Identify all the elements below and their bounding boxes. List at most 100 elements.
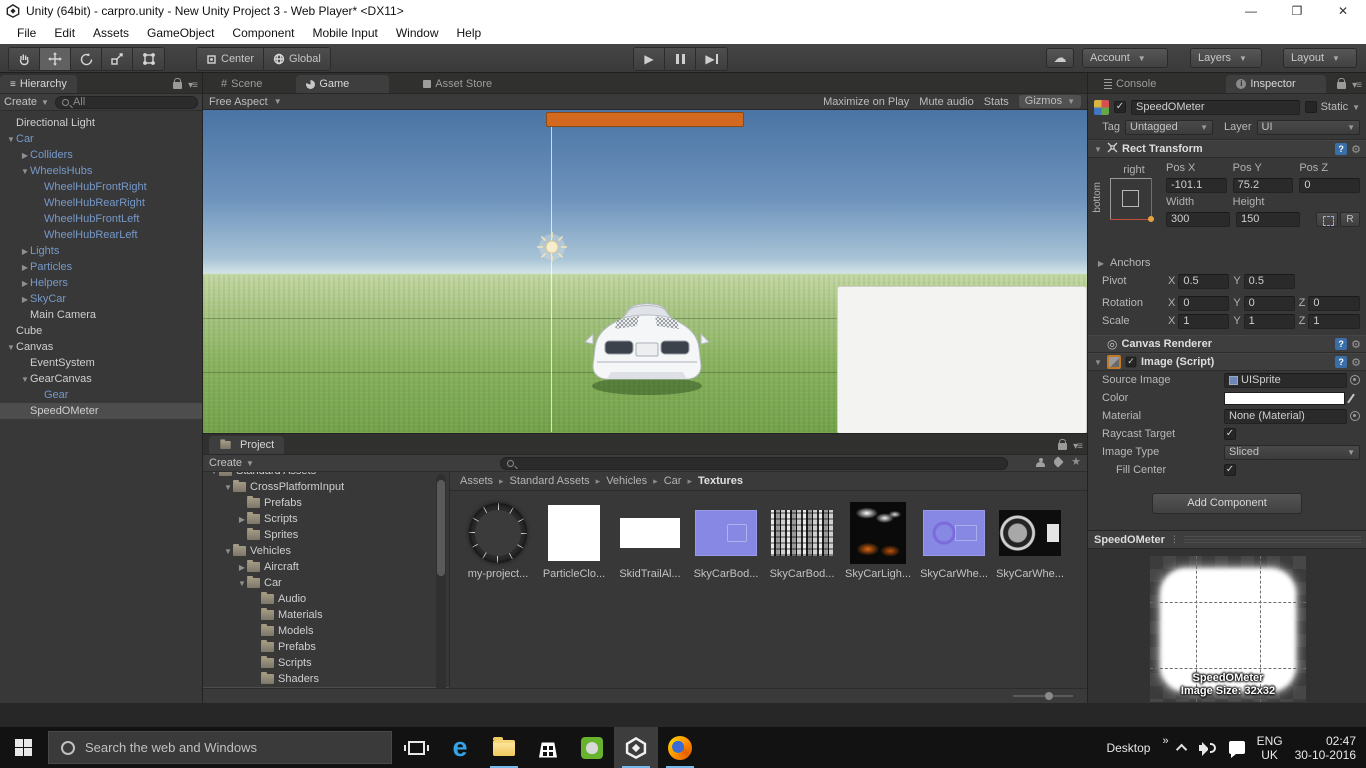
folder-item-prefabs[interactable]: Prefabs bbox=[203, 639, 449, 655]
gizmos-dropdown[interactable]: Gizmos ▼ bbox=[1019, 95, 1081, 108]
tab-hierarchy[interactable]: ≡ Hierarchy bbox=[0, 75, 77, 93]
step-button[interactable]: ▶ bbox=[696, 48, 727, 70]
preview-popout-icon[interactable]: ⋮ bbox=[1170, 534, 1179, 545]
lock-icon[interactable] bbox=[173, 82, 182, 89]
gameobject-item-colliders[interactable]: ▶Colliders bbox=[0, 147, 202, 163]
breadcrumb-assets[interactable]: Assets bbox=[460, 475, 493, 487]
firefox-button[interactable] bbox=[658, 727, 702, 768]
asset-tile-my-project-[interactable]: my-project... bbox=[466, 501, 530, 580]
foldout-icon[interactable]: ▼ bbox=[6, 343, 16, 352]
gameobject-item-canvas[interactable]: ▼Canvas bbox=[0, 339, 202, 355]
lock-icon[interactable] bbox=[1058, 443, 1067, 450]
pos-y-field[interactable]: 75.2 bbox=[1233, 178, 1294, 193]
menu-component[interactable]: Component bbox=[223, 22, 303, 44]
help-icon[interactable]: ? bbox=[1335, 143, 1347, 155]
maximize-on-play-toggle[interactable]: Maximize on Play bbox=[823, 96, 909, 108]
aspect-dropdown[interactable]: Free Aspect ▼ bbox=[209, 96, 282, 108]
foldout-icon[interactable]: ▶ bbox=[20, 295, 30, 304]
layout-dropdown[interactable]: Layout▼ bbox=[1283, 48, 1357, 68]
foldout-icon[interactable]: ▶ bbox=[20, 279, 30, 288]
foldout-icon[interactable]: ▼ bbox=[1093, 358, 1103, 367]
show-hidden-icons-chevron[interactable] bbox=[1176, 743, 1187, 754]
asset-tile-skycarwhe-[interactable]: SkyCarWhe... bbox=[998, 501, 1062, 580]
unity-taskbar-button[interactable] bbox=[614, 727, 658, 768]
gameobject-item-directional-light[interactable]: Directional Light bbox=[0, 115, 202, 131]
tab-asset-store[interactable]: Asset Store bbox=[413, 75, 502, 93]
lock-icon[interactable] bbox=[1337, 82, 1346, 89]
language-indicator[interactable]: ENGUK bbox=[1257, 734, 1283, 762]
preview-drag-handle[interactable] bbox=[1184, 536, 1361, 543]
notification-center-icon[interactable] bbox=[1229, 741, 1245, 754]
color-swatch[interactable] bbox=[1224, 392, 1345, 405]
raw-mode-button[interactable]: R bbox=[1340, 212, 1360, 227]
folder-item-crossplatforminput[interactable]: ▼CrossPlatformInput bbox=[203, 479, 449, 495]
close-button[interactable]: ✕ bbox=[1320, 0, 1366, 22]
help-icon[interactable]: ? bbox=[1335, 356, 1347, 368]
chevron-down-icon[interactable]: ▼ bbox=[1352, 103, 1360, 112]
taskbar-search-input[interactable]: Search the web and Windows bbox=[48, 731, 392, 764]
gameobject-item-wheelhubfrontleft[interactable]: WheelHubFrontLeft bbox=[0, 211, 202, 227]
source-image-field[interactable]: UISprite bbox=[1224, 373, 1347, 388]
canvas-renderer-header[interactable]: ◎ Canvas Renderer ? ⚙ bbox=[1088, 335, 1366, 353]
gameobject-item-wheelhubrearright[interactable]: WheelHubRearRight bbox=[0, 195, 202, 211]
gear-icon[interactable]: ⚙ bbox=[1351, 356, 1361, 369]
eyedropper-icon[interactable] bbox=[1348, 392, 1360, 405]
project-search-input[interactable] bbox=[500, 457, 1008, 470]
breadcrumb-vehicles[interactable]: Vehicles bbox=[606, 475, 647, 487]
gameobject-item-gearcanvas[interactable]: ▼GearCanvas bbox=[0, 371, 202, 387]
project-tree-scrollbar[interactable] bbox=[436, 474, 446, 688]
tab-game[interactable]: Game bbox=[296, 75, 389, 93]
gameobject-item-cube[interactable]: Cube bbox=[0, 323, 202, 339]
clock[interactable]: 02:4730-10-2016 bbox=[1295, 734, 1356, 762]
toolbar-overflow-icon[interactable]: » bbox=[1162, 735, 1166, 747]
move-tool-icon[interactable] bbox=[40, 48, 71, 70]
gameobject-item-speedometer[interactable]: SpeedOMeter bbox=[0, 403, 202, 419]
folder-item-car[interactable]: ▼Car bbox=[203, 575, 449, 591]
edge-button[interactable]: e bbox=[438, 727, 482, 768]
gameobject-item-particles[interactable]: ▶Particles bbox=[0, 259, 202, 275]
scale-tool-icon[interactable] bbox=[102, 48, 133, 70]
foldout-icon[interactable]: ▼ bbox=[6, 135, 16, 144]
object-picker-icon[interactable] bbox=[1350, 375, 1360, 385]
evernote-button[interactable] bbox=[570, 727, 614, 768]
folder-item-vehicles[interactable]: ▼Vehicles bbox=[203, 543, 449, 559]
tab-console[interactable]: Console bbox=[1094, 75, 1166, 93]
task-view-button[interactable] bbox=[394, 727, 438, 768]
help-icon[interactable]: ? bbox=[1335, 338, 1347, 350]
breadcrumb-textures[interactable]: Textures bbox=[698, 475, 743, 487]
minimize-button[interactable]: — bbox=[1228, 0, 1274, 22]
foldout-icon[interactable]: ▶ bbox=[20, 247, 30, 256]
foldout-icon[interactable]: ▶ bbox=[20, 151, 30, 160]
add-component-button[interactable]: Add Component bbox=[1152, 493, 1302, 514]
gameobject-item-lights[interactable]: ▶Lights bbox=[0, 243, 202, 259]
foldout-icon[interactable]: ▶ bbox=[20, 263, 30, 272]
stats-toggle[interactable]: Stats bbox=[984, 96, 1009, 108]
file-explorer-button[interactable] bbox=[482, 727, 526, 768]
anchor-preset-widget[interactable]: right bottom bbox=[1094, 164, 1160, 248]
mute-audio-toggle[interactable]: Mute audio bbox=[919, 96, 973, 108]
rotation-x-field[interactable]: 0 bbox=[1178, 296, 1229, 311]
menu-window[interactable]: Window bbox=[387, 22, 448, 44]
gameobject-item-wheelhubrearleft[interactable]: WheelHubRearLeft bbox=[0, 227, 202, 243]
folder-item-audio[interactable]: Audio bbox=[203, 591, 449, 607]
folder-item-models[interactable]: Models bbox=[203, 623, 449, 639]
fill-center-checkbox[interactable]: ✓ bbox=[1224, 464, 1236, 476]
active-checkbox[interactable]: ✓ bbox=[1114, 101, 1126, 113]
material-field[interactable]: None (Material) bbox=[1224, 409, 1347, 424]
panel-menu-icon[interactable]: ▾≡ bbox=[1073, 441, 1082, 452]
foldout-icon[interactable]: ▼ bbox=[209, 472, 219, 476]
foldout-icon[interactable]: ▼ bbox=[223, 483, 233, 492]
foldout-icon[interactable]: ▼ bbox=[223, 547, 233, 556]
hierarchy-create-button[interactable]: Create▼ bbox=[4, 96, 49, 108]
breadcrumb-standard-assets[interactable]: Standard Assets bbox=[510, 475, 590, 487]
layers-dropdown[interactable]: Layers▼ bbox=[1190, 48, 1262, 68]
gameobject-name-field[interactable]: SpeedOMeter bbox=[1131, 100, 1300, 115]
favorites-icon[interactable]: ★ bbox=[1071, 457, 1081, 467]
asset-tile-skycarbod-[interactable]: SkyCarBod... bbox=[770, 501, 834, 580]
restore-button[interactable]: ❐ bbox=[1274, 0, 1320, 22]
rotation-z-field[interactable]: 0 bbox=[1308, 296, 1360, 311]
folder-item-shaders[interactable]: Shaders bbox=[203, 671, 449, 687]
gear-icon[interactable]: ⚙ bbox=[1351, 143, 1361, 156]
rotation-y-field[interactable]: 0 bbox=[1244, 296, 1295, 311]
asset-tile-skycarbod-[interactable]: SkyCarBod... bbox=[694, 501, 758, 580]
